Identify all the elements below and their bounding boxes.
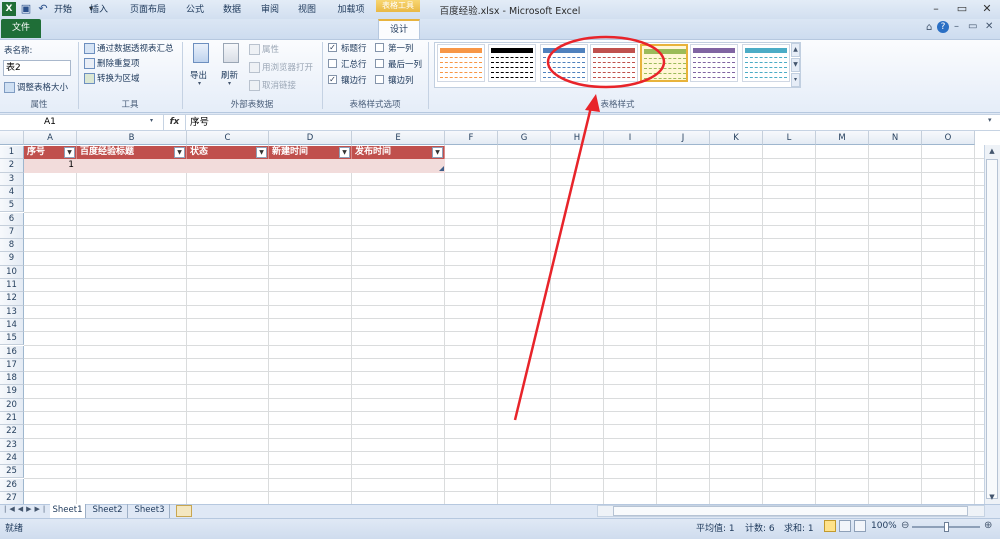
annotation-arrow-line	[513, 102, 594, 421]
annotation-arrow-head-icon	[585, 94, 600, 112]
annotation-overlay	[513, 35, 666, 421]
annotation-circle	[546, 35, 666, 89]
